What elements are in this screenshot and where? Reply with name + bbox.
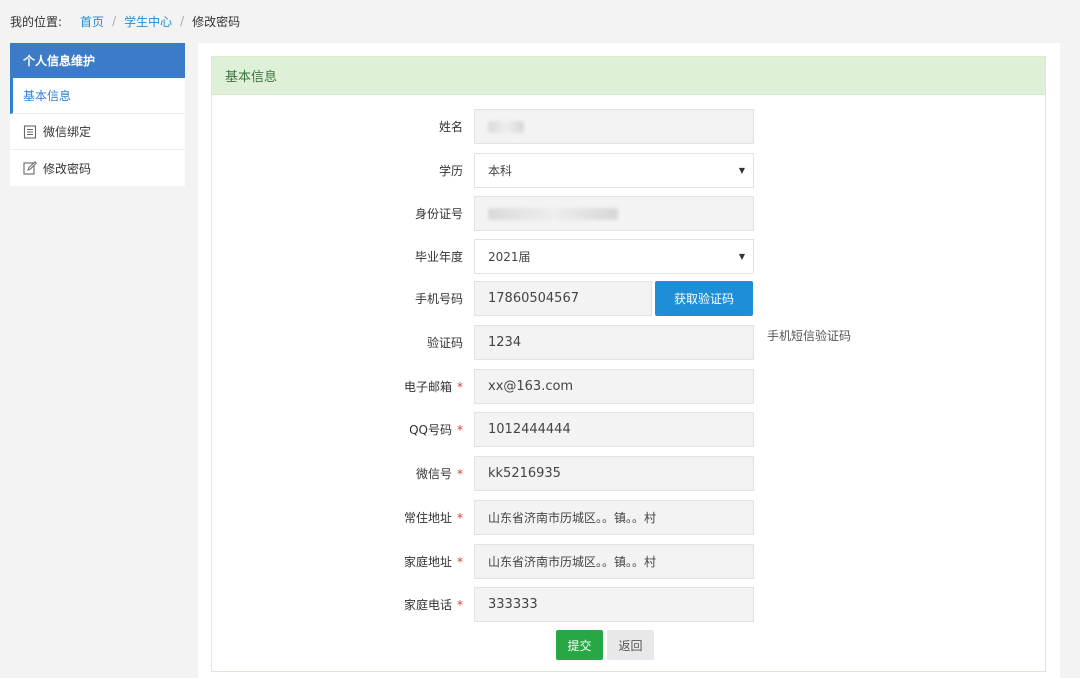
code-value: 1234 bbox=[488, 335, 522, 350]
code-label: 验证码 bbox=[426, 336, 463, 350]
sidebar-item-label: 修改密码 bbox=[43, 161, 92, 176]
qq-value: 1012444444 bbox=[488, 422, 571, 437]
wechat-field[interactable]: kk5216935 bbox=[474, 456, 754, 491]
phone-field[interactable]: 17860504567 bbox=[474, 281, 652, 316]
breadcrumb-separator: / bbox=[112, 14, 117, 28]
form-row-qq: QQ号码 * 1012444444 bbox=[212, 412, 1047, 447]
name-field[interactable] bbox=[474, 109, 754, 144]
home-address-value: 山东省济南市历城区。。镇。。村 bbox=[488, 555, 657, 569]
sidebar-item-label: 微信绑定 bbox=[43, 125, 92, 139]
qq-label: QQ号码 * bbox=[409, 422, 463, 438]
name-value-masked bbox=[488, 120, 524, 133]
form-row-address: 常住地址 * 山东省济南市历城区。。镇。。村 bbox=[212, 500, 1047, 535]
home-phone-label: 家庭电话 * bbox=[403, 597, 463, 613]
panel-title: 基本信息 bbox=[212, 57, 1045, 95]
id-number-field[interactable] bbox=[474, 196, 754, 231]
form-row-code: 验证码 1234 手机短信验证码 bbox=[212, 325, 1047, 360]
email-field[interactable]: xx@163.com bbox=[474, 369, 754, 404]
submit-button[interactable]: 提交 bbox=[556, 630, 603, 660]
breadcrumb-separator: / bbox=[180, 14, 185, 28]
address-field[interactable]: 山东省济南市历城区。。镇。。村 bbox=[474, 500, 754, 535]
breadcrumb-current: 修改密码 bbox=[192, 14, 241, 29]
form-row-education: 学历 本科 ▼ bbox=[212, 153, 1047, 188]
chevron-down-icon: ▼ bbox=[738, 166, 745, 175]
sidebar-item-change-password[interactable]: 修改密码 bbox=[10, 150, 185, 186]
email-label: 电子邮箱 * bbox=[403, 379, 463, 395]
form-row-email: 电子邮箱 * xx@163.com bbox=[212, 369, 1047, 404]
breadcrumb: 我的位置: 首页 / 学生中心 / 修改密码 bbox=[10, 13, 240, 29]
home-address-field[interactable]: 山东省济南市历城区。。镇。。村 bbox=[474, 544, 754, 579]
document-icon bbox=[23, 124, 37, 139]
breadcrumb-label: 我的位置: bbox=[10, 14, 63, 29]
breadcrumb-link-student-center[interactable]: 学生中心 bbox=[124, 13, 172, 30]
home-address-label: 家庭地址 * bbox=[403, 554, 463, 570]
education-label: 学历 bbox=[438, 164, 463, 178]
sidebar-item-wechat-binding[interactable]: 微信绑定 bbox=[10, 114, 185, 150]
basic-info-panel: 基本信息 姓名 学历 本科 ▼ 身份证号 毕业年度 2021届 ▼ 手机号码 1… bbox=[211, 56, 1046, 672]
education-value: 本科 bbox=[488, 164, 513, 178]
name-label: 姓名 bbox=[438, 120, 463, 134]
form-row-home-phone: 家庭电话 * 333333 bbox=[212, 587, 1047, 622]
wechat-value: kk5216935 bbox=[488, 466, 561, 481]
back-button[interactable]: 返回 bbox=[607, 630, 654, 660]
form-row-grad-year: 毕业年度 2021届 ▼ bbox=[212, 239, 1047, 274]
sidebar-item-label: 基本信息 bbox=[23, 89, 72, 103]
form-row-phone: 手机号码 17860504567 获取验证码 bbox=[212, 281, 1047, 316]
breadcrumb-link-home[interactable]: 首页 bbox=[80, 13, 104, 30]
wechat-label: 微信号 * bbox=[415, 466, 463, 482]
education-select[interactable]: 本科 ▼ bbox=[474, 153, 754, 188]
form-row-wechat: 微信号 * kk5216935 bbox=[212, 456, 1047, 491]
get-code-button[interactable]: 获取验证码 bbox=[655, 281, 753, 316]
form-row-home-address: 家庭地址 * 山东省济南市历城区。。镇。。村 bbox=[212, 544, 1047, 579]
form-actions: 提交 返回 bbox=[556, 630, 654, 660]
grad-year-select[interactable]: 2021届 ▼ bbox=[474, 239, 754, 274]
grad-year-value: 2021届 bbox=[488, 250, 531, 264]
edit-icon bbox=[23, 161, 37, 175]
id-number-value-masked bbox=[488, 207, 618, 220]
sidebar: 个人信息维护 基本信息 微信绑定 修改密码 bbox=[10, 43, 185, 186]
home-phone-field[interactable]: 333333 bbox=[474, 587, 754, 622]
form-row-id-number: 身份证号 bbox=[212, 196, 1047, 231]
phone-value: 17860504567 bbox=[488, 291, 579, 306]
address-value: 山东省济南市历城区。。镇。。村 bbox=[488, 511, 657, 525]
chevron-down-icon: ▼ bbox=[738, 252, 745, 261]
sidebar-header: 个人信息维护 bbox=[10, 43, 185, 78]
main-content: 基本信息 姓名 学历 本科 ▼ 身份证号 毕业年度 2021届 ▼ 手机号码 1… bbox=[198, 43, 1060, 678]
address-label: 常住地址 * bbox=[403, 510, 463, 526]
sidebar-item-basic-info[interactable]: 基本信息 bbox=[10, 78, 185, 114]
code-field[interactable]: 1234 bbox=[474, 325, 754, 360]
email-value: xx@163.com bbox=[488, 379, 574, 394]
form-row-name: 姓名 bbox=[212, 109, 1047, 144]
code-hint: 手机短信验证码 bbox=[767, 329, 852, 343]
phone-label: 手机号码 bbox=[414, 292, 463, 306]
home-phone-value: 333333 bbox=[488, 597, 538, 612]
id-number-label: 身份证号 bbox=[414, 207, 463, 221]
qq-field[interactable]: 1012444444 bbox=[474, 412, 754, 447]
grad-year-label: 毕业年度 bbox=[414, 250, 463, 264]
